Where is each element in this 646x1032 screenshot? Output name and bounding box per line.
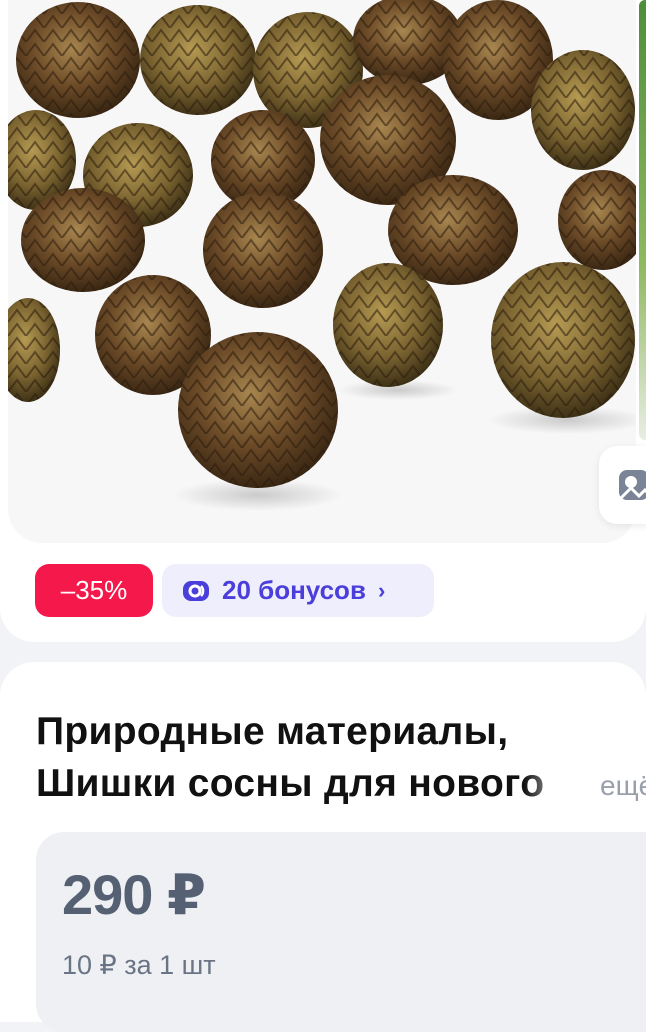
similar-search-icon — [619, 470, 646, 500]
product-price: 290 ₽ — [62, 863, 206, 926]
chevron-right-icon: › — [377, 577, 386, 603]
discount-badge: –35% — [35, 564, 153, 617]
coin-icon — [183, 580, 209, 601]
discount-text: –35% — [60, 575, 128, 605]
bonus-label: 20 бонусов — [222, 575, 366, 605]
product-title: Природные материалы, Шишки сосны для нов… — [36, 706, 646, 810]
product-photo[interactable] — [8, 0, 636, 543]
title-more-link[interactable]: ещё — [600, 770, 646, 802]
next-photo-preview[interactable] — [639, 0, 646, 440]
product-gallery-card: –35% 20 бонусов › — [0, 0, 646, 642]
pine-cones-image — [8, 0, 636, 543]
product-title-line1: Природные материалы, — [36, 710, 509, 753]
product-title-line2-text: Шишки сосны для нового — [36, 762, 545, 805]
product-title-line2: Шишки сосны для нового — [36, 758, 576, 810]
bonus-badge[interactable]: 20 бонусов › — [162, 564, 434, 617]
find-similar-button[interactable] — [599, 446, 646, 524]
unit-price: 10 ₽ за 1 шт — [62, 950, 216, 980]
title-fade — [524, 758, 576, 810]
